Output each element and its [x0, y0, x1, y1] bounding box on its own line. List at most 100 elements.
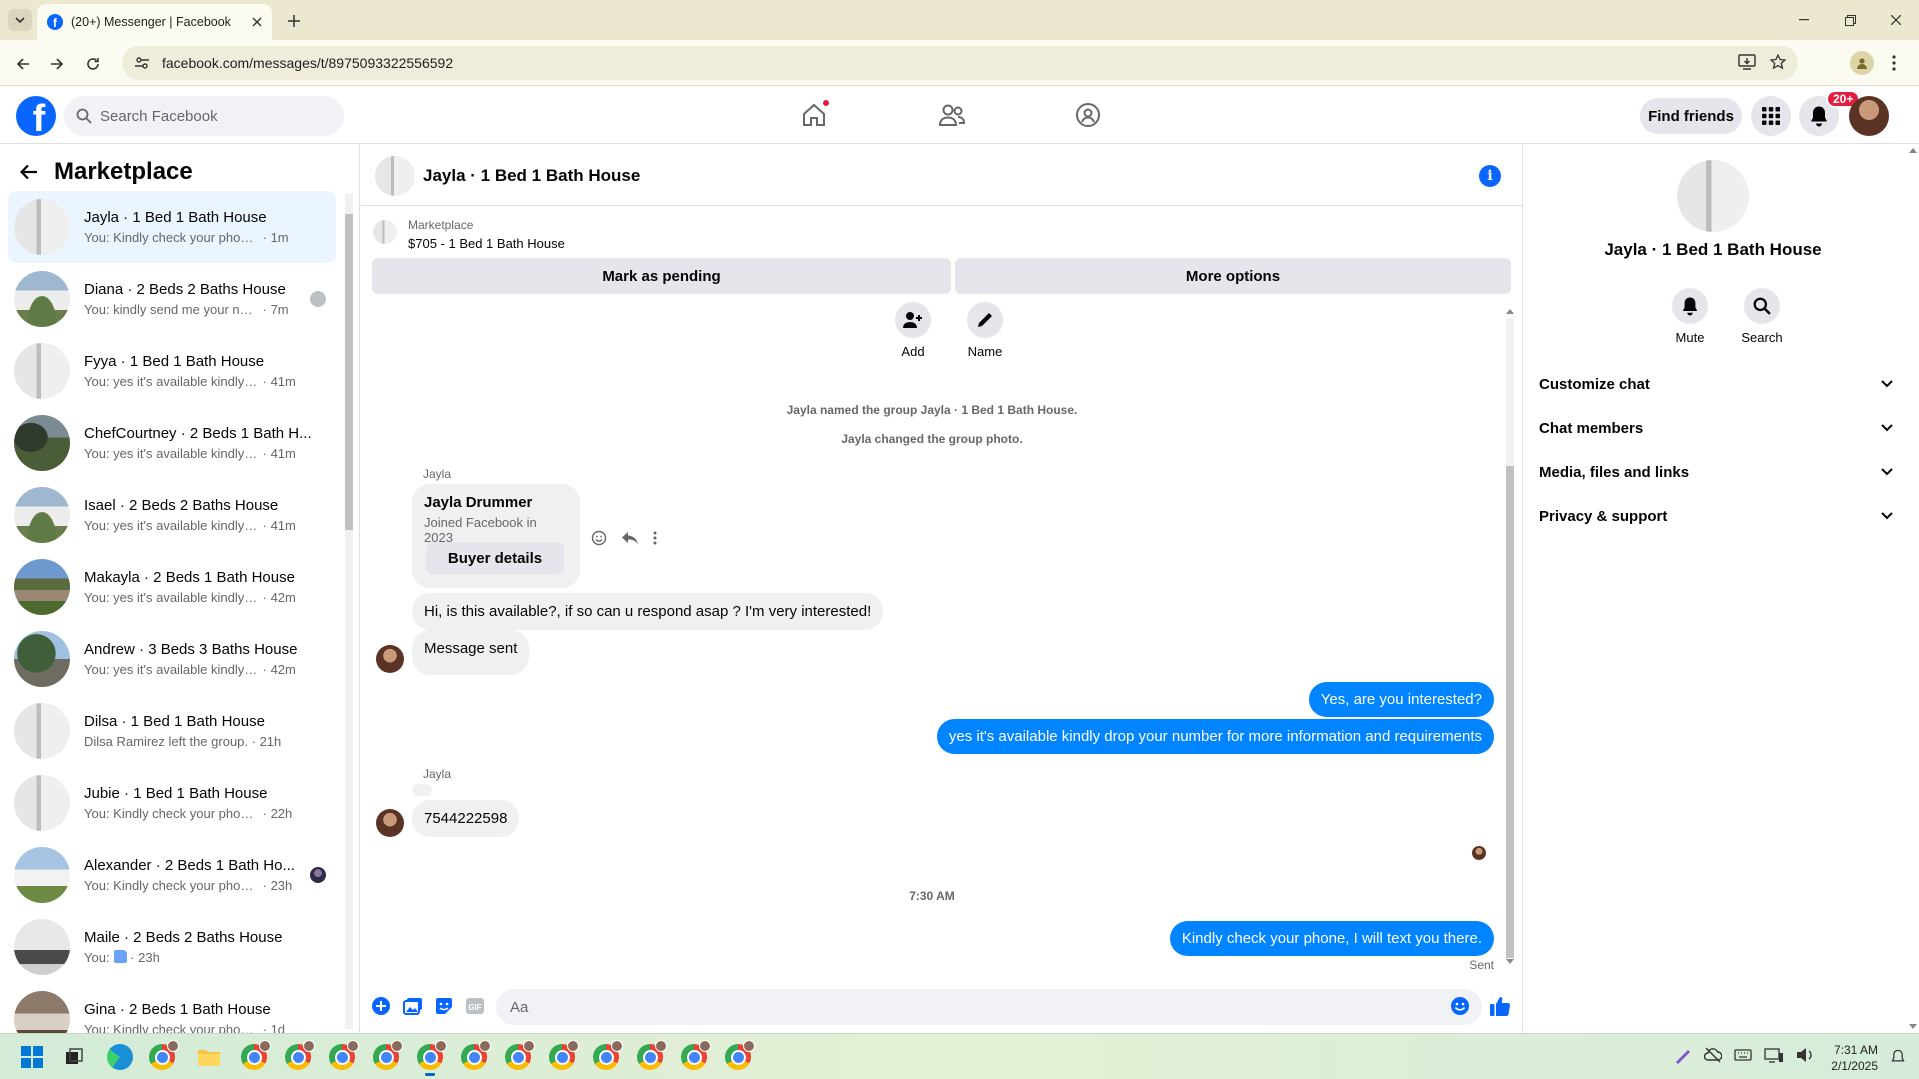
- sidebar-scrollbar[interactable]: [345, 194, 353, 1029]
- back-button[interactable]: [10, 51, 36, 77]
- chrome-taskbar-icon[interactable]: [328, 1040, 359, 1071]
- conversation-item[interactable]: Fyya · 1 Bed 1 Bath House You: yes it's a…: [8, 335, 336, 407]
- display-network-icon[interactable]: [1764, 1047, 1784, 1063]
- listing-price-title[interactable]: $705 - 1 Bed 1 Bath House: [408, 236, 565, 251]
- react-emoji-icon[interactable]: [591, 530, 607, 546]
- chrome-taskbar-icon[interactable]: [372, 1040, 403, 1071]
- close-tab-icon[interactable]: [252, 17, 262, 27]
- chat-members-section[interactable]: Chat members: [1539, 410, 1893, 446]
- sidebar-scroll-thumb[interactable]: [345, 214, 353, 530]
- conversation-item[interactable]: Jubie · 1 Bed 1 Bath House You: Kindly ch…: [8, 767, 336, 839]
- home-nav-button[interactable]: [784, 95, 844, 135]
- chrome-taskbar-icon[interactable]: [724, 1040, 755, 1071]
- like-send-button[interactable]: [1489, 995, 1511, 1017]
- edge-taskbar-icon[interactable]: [106, 1043, 134, 1071]
- conversation-item[interactable]: Jayla · 1 Bed 1 Bath House You: Kindly ch…: [8, 191, 336, 263]
- tab-search-button[interactable]: [8, 9, 32, 31]
- new-tab-button[interactable]: [283, 10, 305, 32]
- outgoing-message[interactable]: yes it's available kindly drop your numb…: [936, 719, 1494, 754]
- name-group-button[interactable]: Name: [955, 302, 1015, 359]
- sender-avatar[interactable]: [376, 809, 404, 837]
- browser-menu-button[interactable]: [1886, 52, 1902, 74]
- scroll-up-icon[interactable]: [1909, 147, 1917, 153]
- chrome-taskbar-icon[interactable]: [416, 1040, 447, 1076]
- chrome-taskbar-icon[interactable]: [680, 1040, 711, 1071]
- browser-tab[interactable]: f (20+) Messenger | Facebook: [37, 4, 272, 40]
- task-view-button[interactable]: [60, 1043, 88, 1071]
- chrome-taskbar-icon[interactable]: [240, 1040, 271, 1071]
- cloud-off-icon[interactable]: [1704, 1047, 1722, 1063]
- add-people-button[interactable]: Add: [883, 302, 943, 359]
- reply-icon[interactable]: [621, 531, 639, 545]
- more-options-button[interactable]: More options: [955, 258, 1511, 294]
- chrome-taskbar-icon[interactable]: [592, 1040, 623, 1071]
- scroll-down-icon[interactable]: [1506, 959, 1514, 965]
- more-icon[interactable]: [653, 531, 657, 545]
- search-in-chat-button[interactable]: Search: [1732, 288, 1792, 345]
- thread-photo-large[interactable]: [1677, 160, 1749, 232]
- conversation-item[interactable]: Maile · 2 Beds 2 Baths House You: · 23h: [8, 911, 336, 983]
- site-info-icon[interactable]: [134, 55, 150, 71]
- scroll-up-icon[interactable]: [1506, 308, 1514, 314]
- facebook-search-box[interactable]: [64, 96, 344, 136]
- listing-thumbnail[interactable]: [373, 220, 397, 244]
- groups-nav-button[interactable]: [1058, 95, 1118, 135]
- conversation-item[interactable]: Isael · 2 Beds 2 Baths House You: yes it'…: [8, 479, 336, 551]
- mark-as-pending-button[interactable]: Mark as pending: [372, 258, 951, 294]
- incoming-message[interactable]: Hi, is this available?, if so can u resp…: [412, 593, 884, 630]
- facebook-search-input[interactable]: [100, 107, 320, 125]
- reload-button[interactable]: [80, 51, 106, 77]
- chrome-taskbar-icon[interactable]: [148, 1040, 179, 1071]
- conversation-item[interactable]: Alexander · 2 Beds 1 Bath Ho... You: Kind…: [8, 839, 336, 911]
- forward-button[interactable]: [44, 51, 70, 77]
- incoming-message[interactable]: 7544222598: [412, 800, 520, 837]
- conversation-item[interactable]: Gina · 2 Beds 1 Bath House You: Kindly ch…: [8, 983, 336, 1033]
- find-friends-button[interactable]: Find friends: [1640, 98, 1742, 134]
- facebook-logo[interactable]: f: [16, 96, 56, 136]
- restore-button[interactable]: [1830, 8, 1870, 32]
- conversation-item[interactable]: Diana · 2 Beds 2 Baths House You: kindly …: [8, 263, 336, 335]
- account-avatar[interactable]: [1849, 96, 1889, 136]
- panel-scrollbar[interactable]: [1907, 144, 1919, 1033]
- chat-scroll-thumb[interactable]: [1506, 466, 1514, 958]
- customize-chat-section[interactable]: Customize chat: [1539, 366, 1893, 402]
- browser-profile-button[interactable]: [1850, 51, 1874, 75]
- chat-thread-photo[interactable]: [375, 156, 415, 196]
- sender-avatar[interactable]: [376, 645, 404, 673]
- scroll-down-icon[interactable]: [1909, 1024, 1917, 1030]
- taskbar-clock[interactable]: 7:31 AM 2/1/2025: [1818, 1042, 1878, 1074]
- chat-thread-title[interactable]: Jayla · 1 Bed 1 Bath House: [423, 166, 640, 186]
- install-app-icon[interactable]: [1738, 54, 1756, 70]
- sticker-button[interactable]: [433, 995, 455, 1017]
- conversation-item[interactable]: Andrew · 3 Beds 3 Baths House You: yes it…: [8, 623, 336, 695]
- conversation-item[interactable]: Dilsa · 1 Bed 1 Bath House Dilsa Ramirez …: [8, 695, 336, 767]
- attach-photo-button[interactable]: [402, 995, 424, 1017]
- menu-button[interactable]: [1751, 96, 1791, 136]
- privacy-support-section[interactable]: Privacy & support: [1539, 498, 1893, 534]
- info-icon[interactable]: i: [1479, 165, 1501, 187]
- chrome-taskbar-icon[interactable]: [548, 1040, 579, 1071]
- chat-scrollbar[interactable]: [1504, 308, 1516, 966]
- outgoing-message[interactable]: Yes, are you interested?: [1308, 682, 1494, 717]
- start-button[interactable]: [18, 1043, 46, 1071]
- close-window-button[interactable]: [1876, 8, 1916, 32]
- chrome-taskbar-icon[interactable]: [460, 1040, 491, 1071]
- conversation-item[interactable]: Makayla · 2 Beds 1 Bath House You: yes it…: [8, 551, 336, 623]
- back-arrow-icon[interactable]: [20, 164, 38, 180]
- minimize-button[interactable]: [1784, 8, 1824, 32]
- chrome-taskbar-icon[interactable]: [504, 1040, 535, 1071]
- chrome-taskbar-icon[interactable]: [284, 1040, 315, 1071]
- file-explorer-taskbar-icon[interactable]: [195, 1043, 223, 1071]
- buyer-details-button[interactable]: Buyer details: [426, 542, 564, 574]
- friends-nav-button[interactable]: [922, 95, 982, 135]
- bookmark-star-icon[interactable]: [1770, 54, 1786, 70]
- media-files-links-section[interactable]: Media, files and links: [1539, 454, 1893, 490]
- message-input[interactable]: [496, 989, 1482, 1025]
- incoming-message[interactable]: Message sent: [412, 630, 530, 675]
- notification-center-button[interactable]: [1888, 1043, 1908, 1071]
- mute-button[interactable]: Mute: [1660, 288, 1720, 345]
- more-actions-button[interactable]: [370, 995, 392, 1017]
- conversation-item[interactable]: ChefCourtney · 2 Beds 1 Bath H... You: ye…: [8, 407, 336, 479]
- url-bar[interactable]: facebook.com/messages/t/8975093322556592: [122, 46, 1798, 80]
- volume-icon[interactable]: [1796, 1047, 1814, 1063]
